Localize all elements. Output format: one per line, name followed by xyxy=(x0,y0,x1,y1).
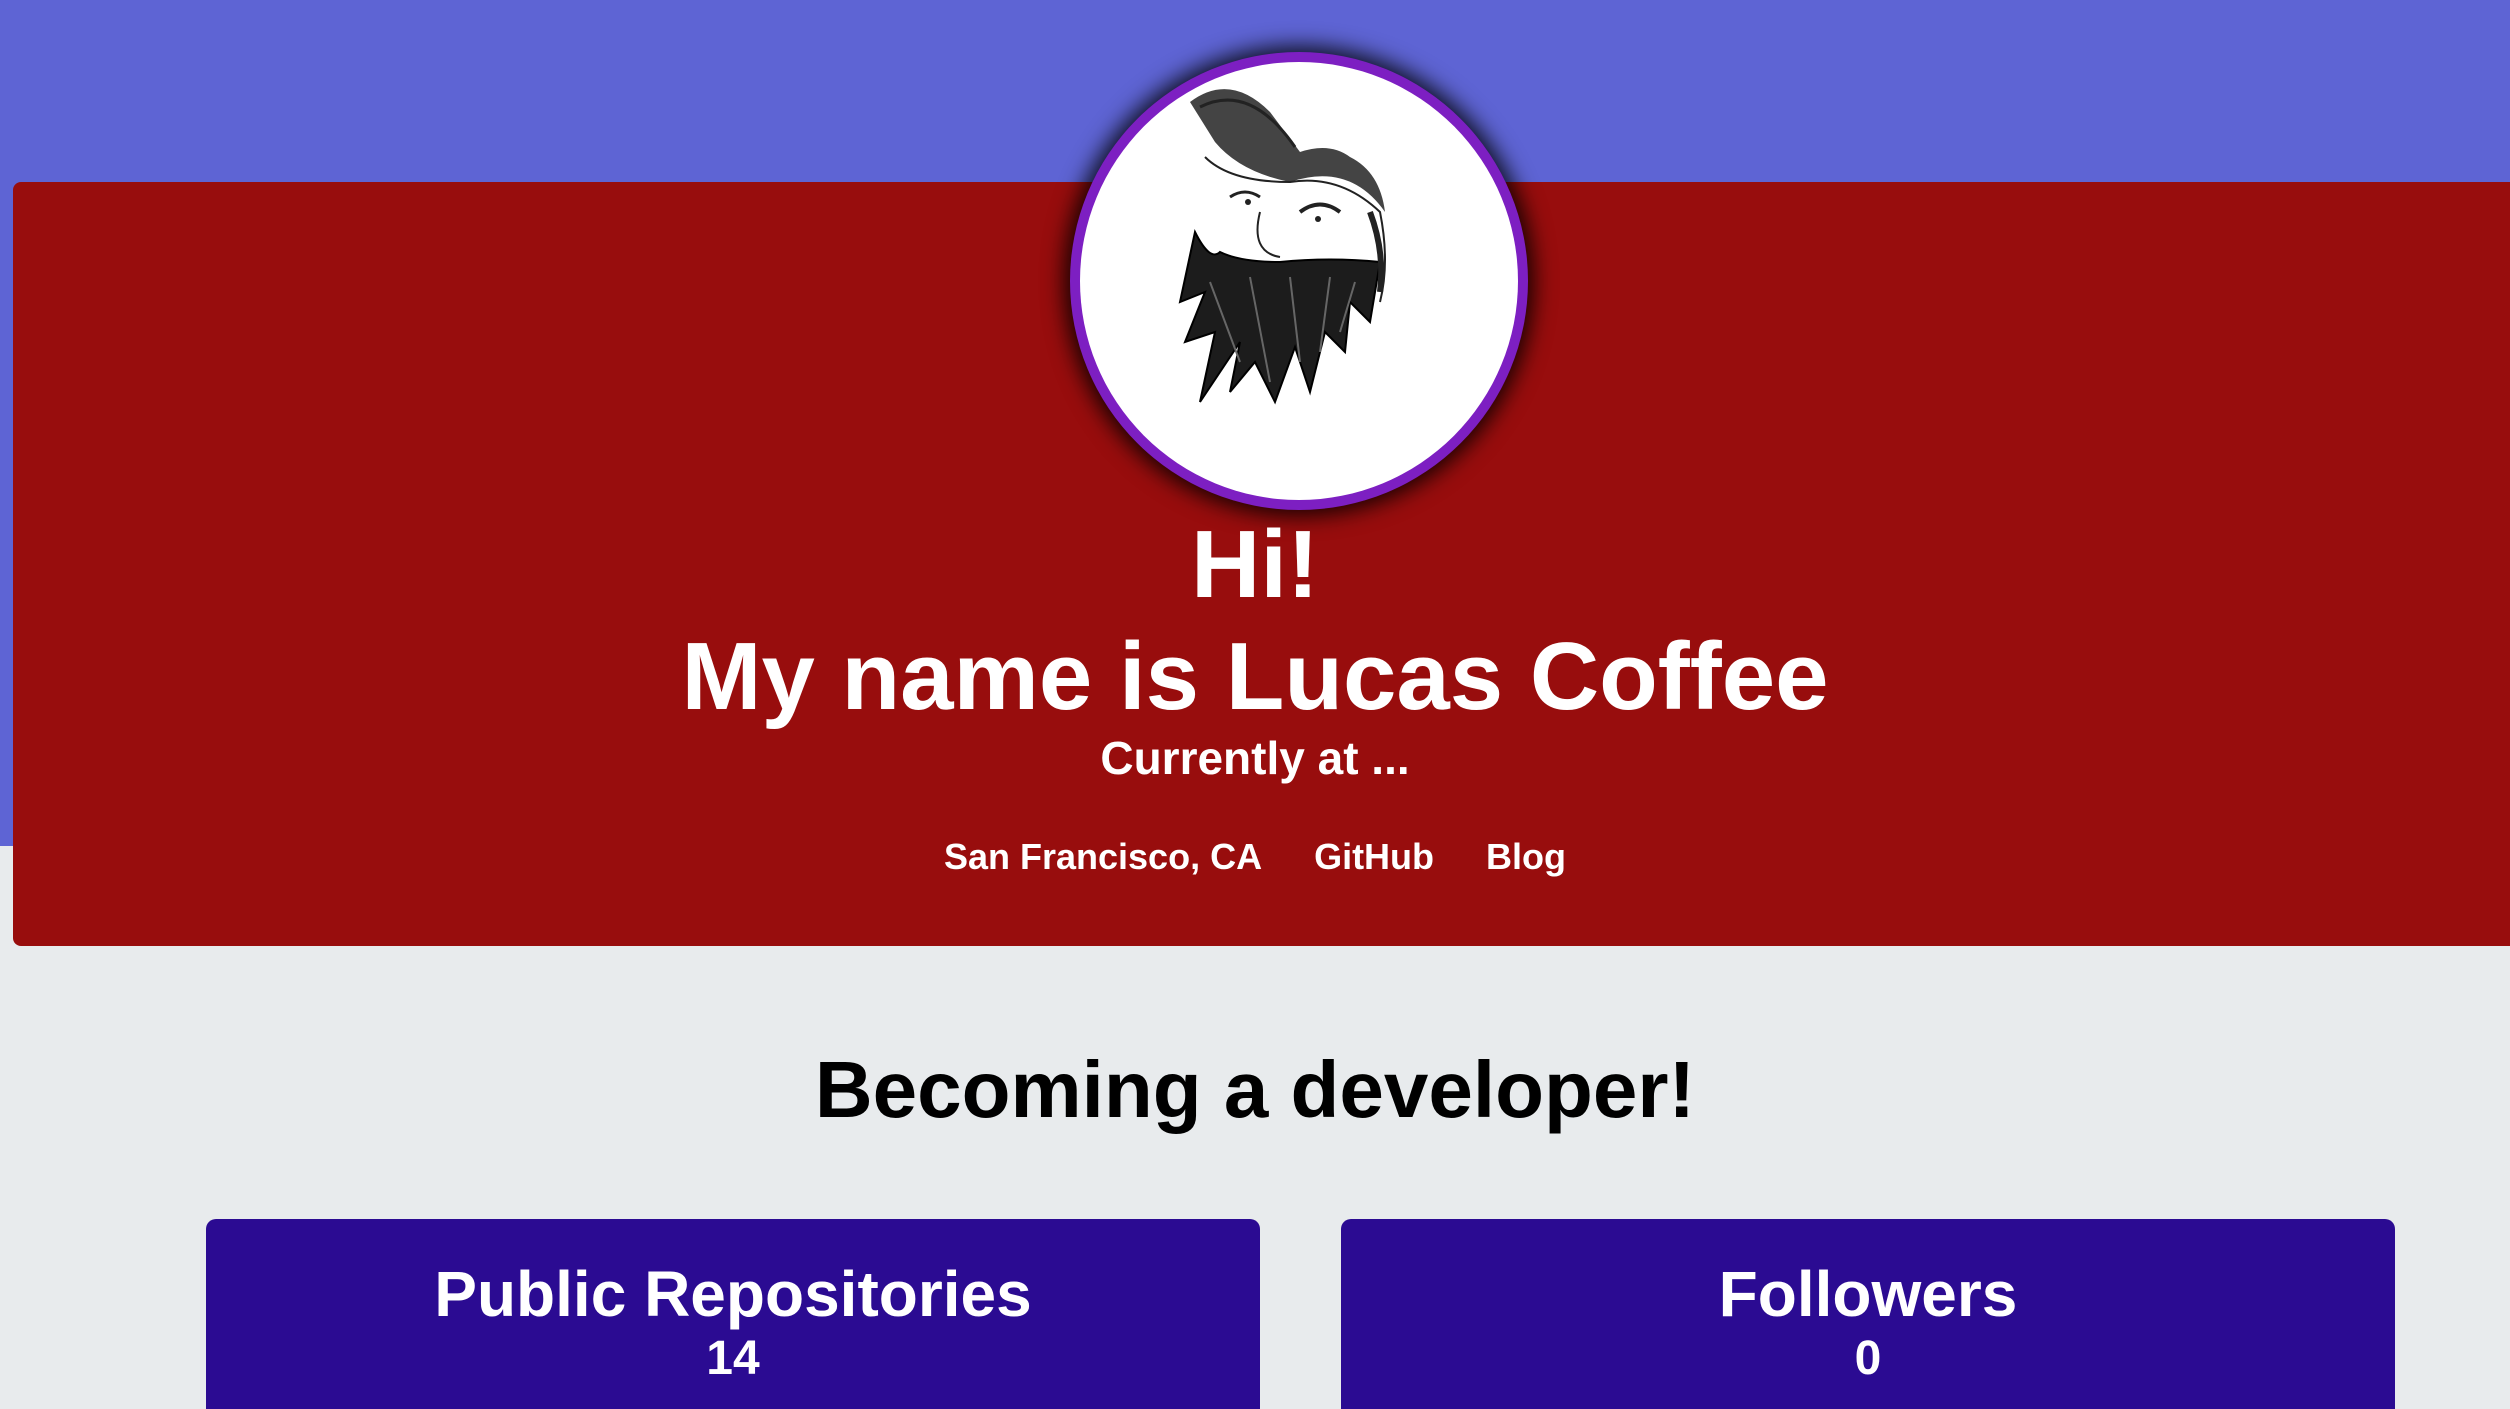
github-link[interactable]: GitHub xyxy=(1314,832,1434,882)
current-position-text: Currently at ... xyxy=(1100,732,1410,784)
profile-page: Hi! My name is Lucas Coffee Currently at… xyxy=(0,0,2510,1409)
bearded-man-sketch-icon xyxy=(1178,89,1386,405)
location-link[interactable]: San Francisco, CA xyxy=(944,832,1262,882)
blog-link[interactable]: Blog xyxy=(1486,832,1566,882)
stat-label: Followers xyxy=(1718,1258,2018,1330)
stat-card-public-repositories: Public Repositories 14 xyxy=(206,1219,1260,1409)
greeting-heading: Hi! xyxy=(1191,511,1319,618)
avatar-image xyxy=(1080,62,1518,500)
stat-label: Public Repositories xyxy=(434,1258,1032,1330)
name-heading: My name is Lucas Coffee xyxy=(681,623,1829,730)
profile-links: San Francisco, CA GitHub Blog xyxy=(0,832,2510,882)
stat-value: 14 xyxy=(706,1332,760,1385)
stat-value: 0 xyxy=(1854,1332,1882,1385)
avatar xyxy=(1070,52,1528,510)
section-title: Becoming a developer! xyxy=(814,1045,1696,1134)
stat-card-followers: Followers 0 xyxy=(1341,1219,2395,1409)
